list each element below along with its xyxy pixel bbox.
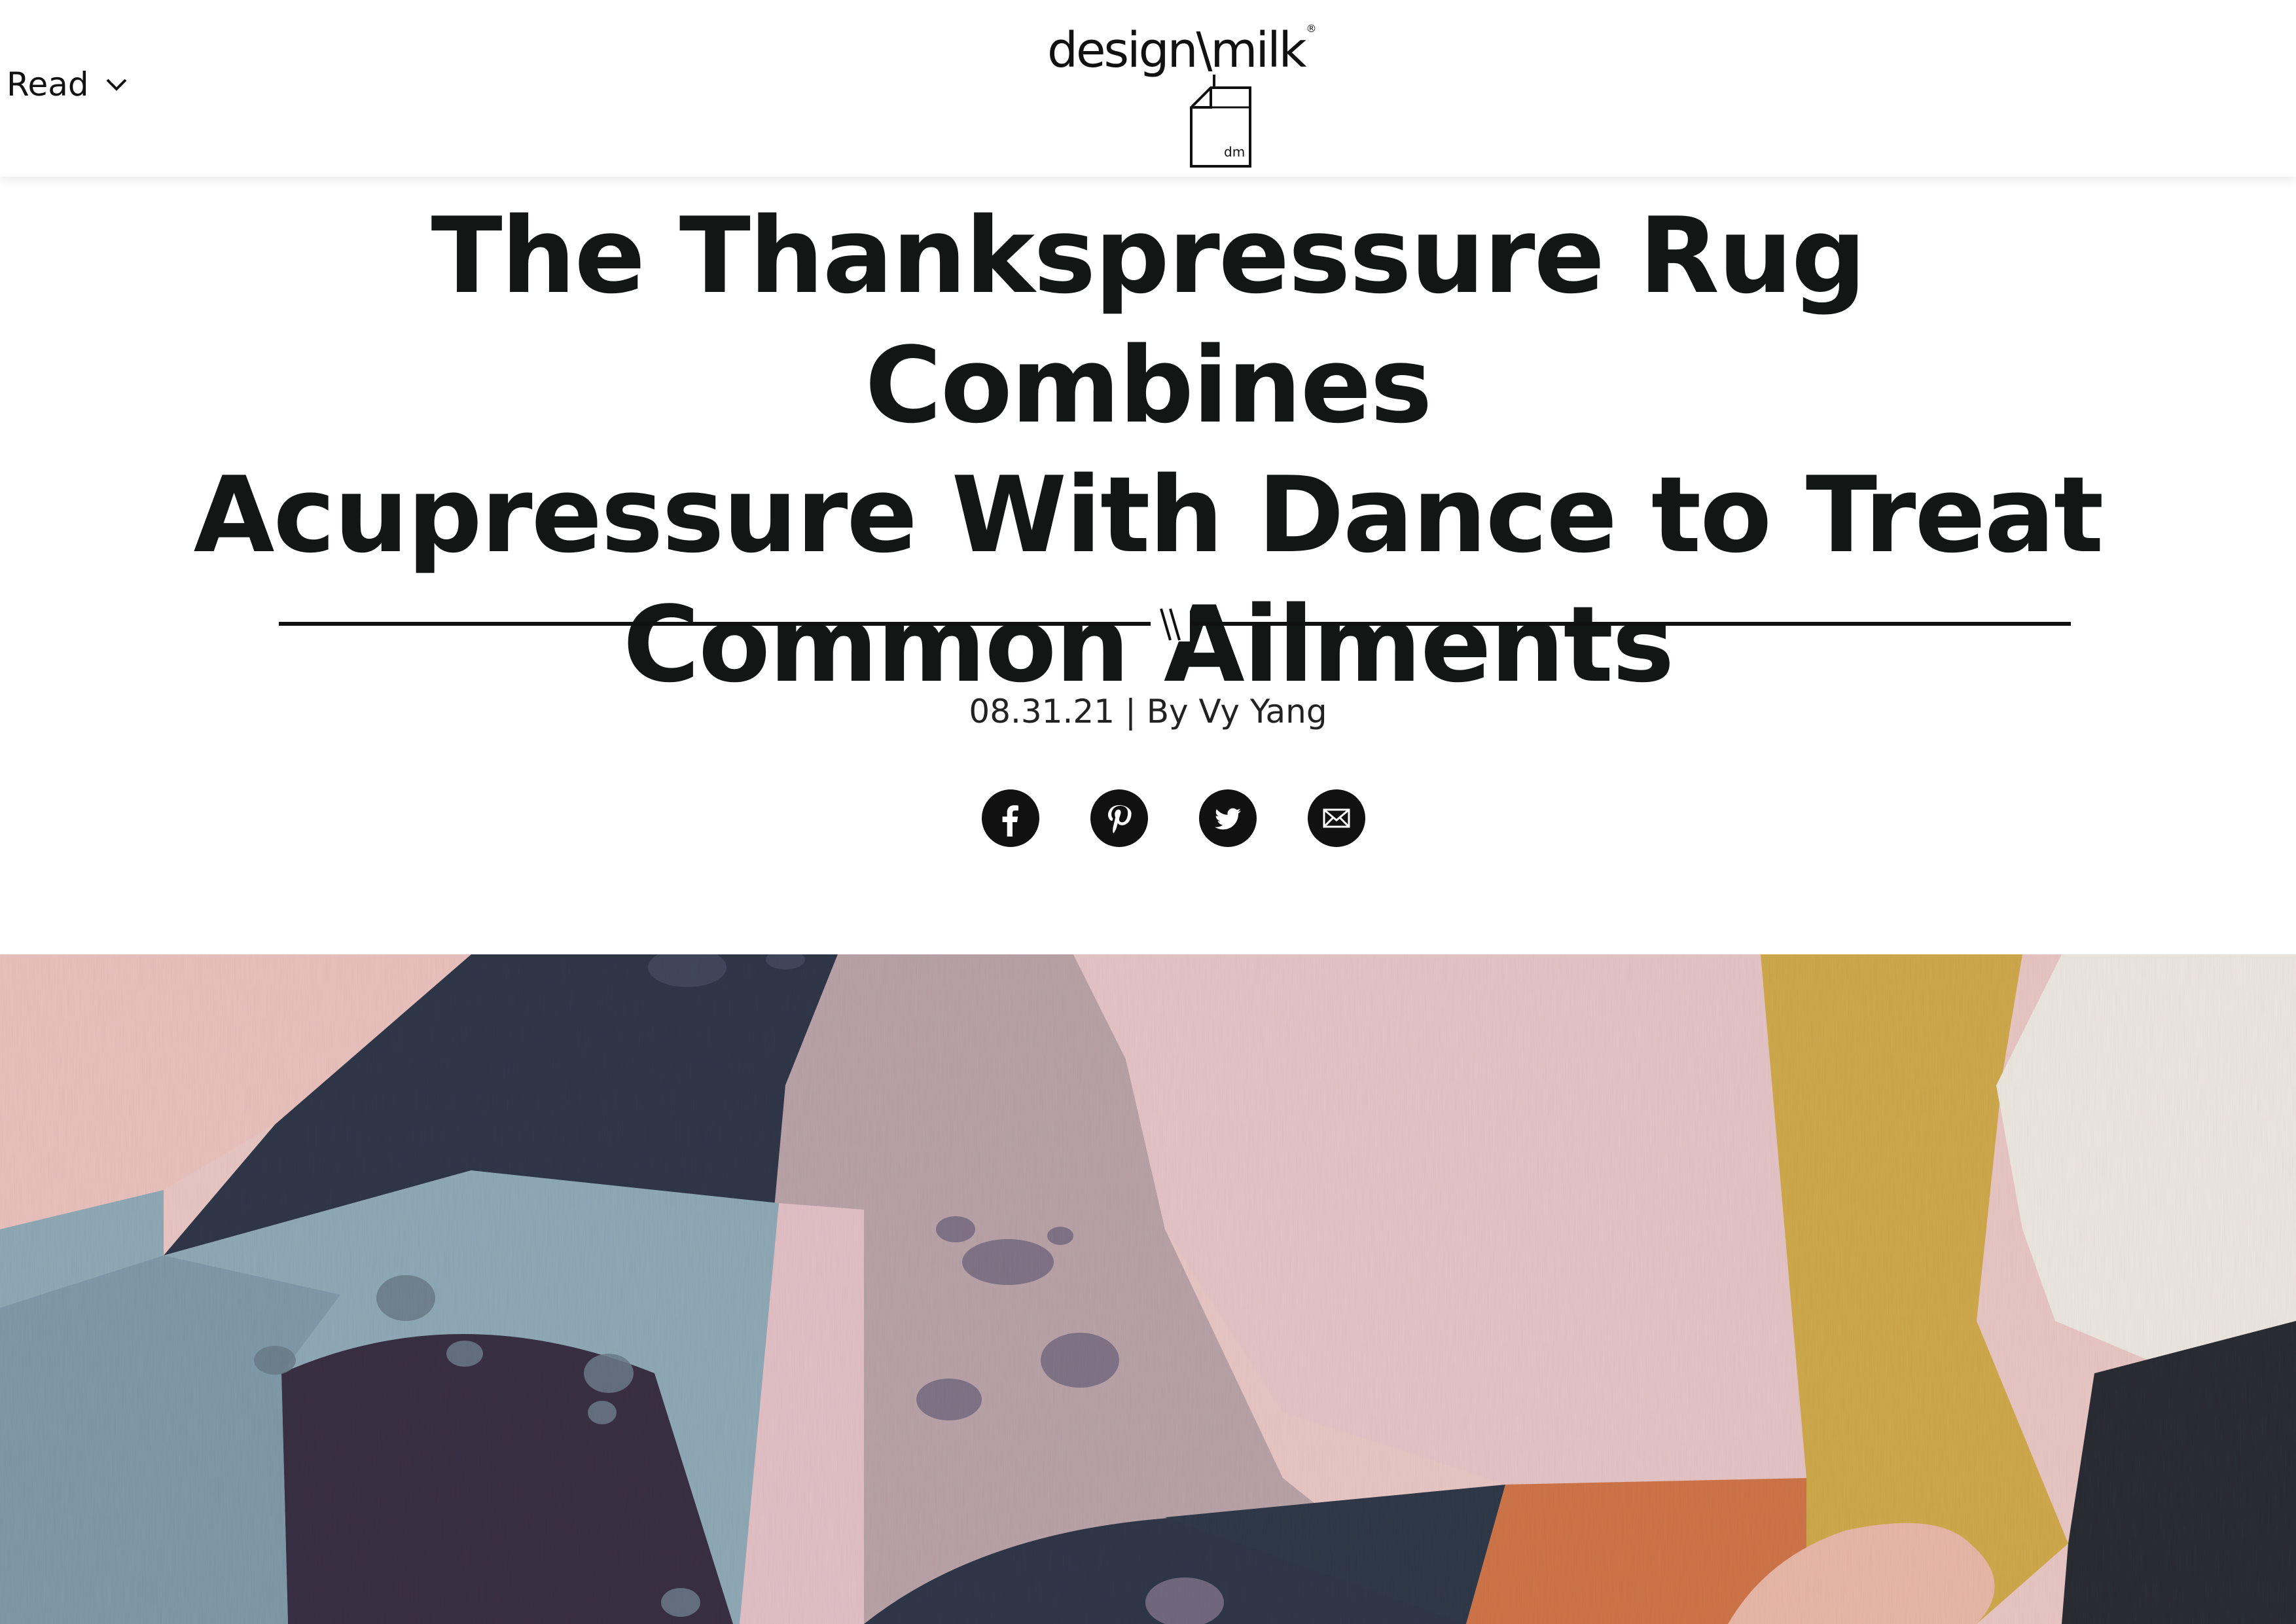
rug-photo xyxy=(0,954,2296,1624)
share-buttons xyxy=(982,789,1365,847)
logo-wordmark: design\milk ® xyxy=(1047,22,1316,79)
site-header: Read design\milk ® dm xyxy=(0,0,2296,177)
title-line-3: Common Ailments xyxy=(622,583,1675,706)
author-prefix: By xyxy=(1146,693,1189,731)
read-menu-toggle[interactable]: Read xyxy=(7,65,130,103)
share-twitter-button[interactable] xyxy=(1199,789,1257,847)
byline-separator: | xyxy=(1124,693,1136,731)
site-logo[interactable]: design\milk ® dm xyxy=(1047,22,1316,168)
carton-label: dm xyxy=(1224,144,1245,160)
title-line-2: Acupressure With Dance to Treat xyxy=(193,454,2104,576)
twitter-icon xyxy=(1215,808,1241,830)
author-link[interactable]: Vy Yang xyxy=(1199,693,1327,731)
divider-slash-icon xyxy=(1151,607,1190,641)
article-title: The Thankspressure Rug Combines Acupress… xyxy=(166,191,2130,710)
title-line-1: The Thankspressure Rug Combines xyxy=(431,194,1867,446)
publish-date: 08.31.21 xyxy=(969,693,1115,731)
share-pinterest-button[interactable] xyxy=(1090,789,1148,847)
hero-image-rug xyxy=(0,954,2296,1624)
share-facebook-button[interactable] xyxy=(982,789,1039,847)
facebook-icon xyxy=(1002,805,1018,837)
pinterest-icon xyxy=(1108,805,1132,833)
article-page: Read design\milk ® dm The Thankspressure … xyxy=(0,0,2296,1624)
chevron-down-icon xyxy=(106,79,127,91)
milk-carton-icon: dm xyxy=(1190,75,1251,168)
email-icon xyxy=(1323,808,1350,828)
article-byline: 08.31.21 | By Vy Yang xyxy=(0,693,2296,731)
read-menu-label: Read xyxy=(7,65,89,103)
share-email-button[interactable] xyxy=(1308,789,1365,847)
